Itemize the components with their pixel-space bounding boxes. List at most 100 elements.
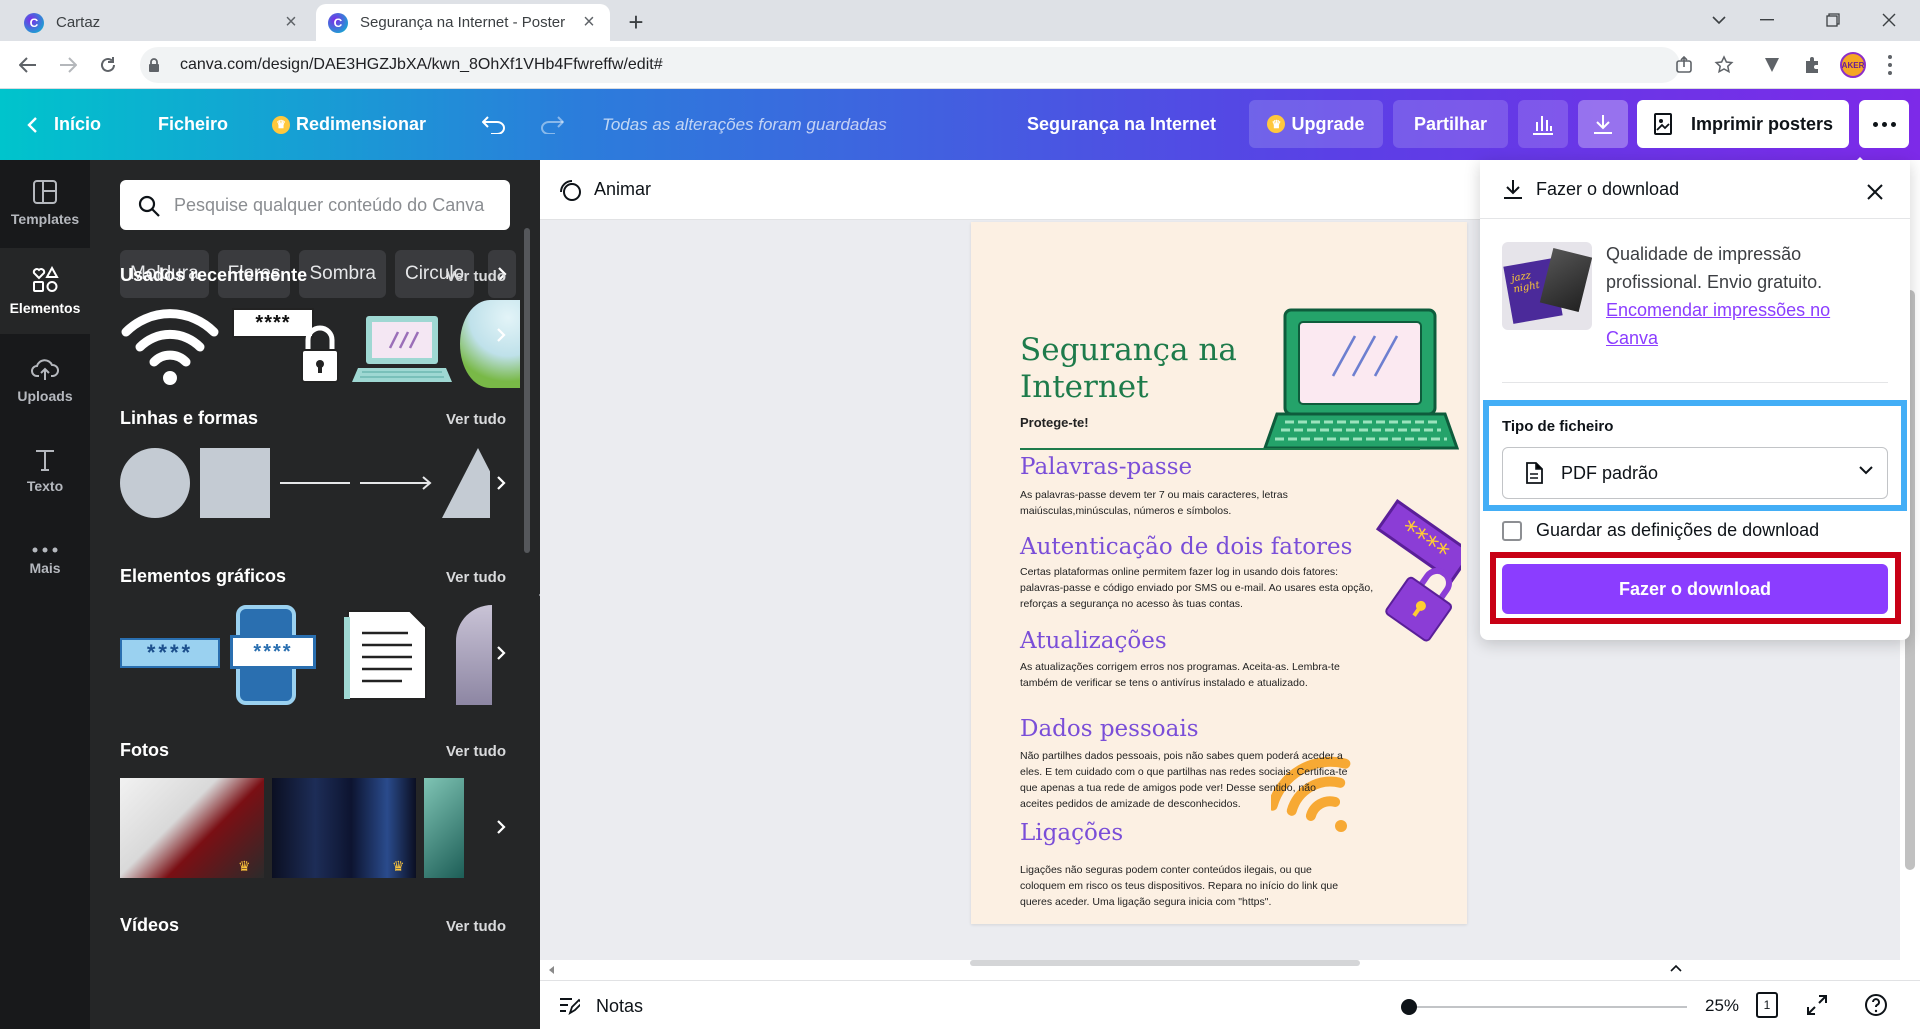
resize-button[interactable]: ♛ Redimensionar [272,89,426,160]
circle-shape[interactable] [120,448,190,518]
notes-button[interactable]: Notas [596,996,643,1017]
search-input[interactable] [174,194,494,216]
panel-scrollbar[interactable] [524,228,530,553]
animate-button[interactable]: Animar [594,179,651,200]
see-all-videos-link[interactable]: Ver tudo [446,918,506,935]
file-type-select[interactable]: PDF padrão [1502,447,1888,499]
rail-item-uploads[interactable]: Uploads [0,338,90,424]
browser-tab-cartaz[interactable]: C Cartaz × [12,4,312,41]
security-shield-graphic[interactable] [456,605,492,705]
see-all-photos-link[interactable]: Ver tudo [446,743,506,760]
file-menu-button[interactable]: Ficheiro [158,89,228,160]
download-button[interactable]: Fazer o download [1502,564,1888,614]
document-graphic[interactable] [344,607,430,703]
zoom-slider-thumb[interactable] [1401,999,1417,1015]
rail-item-more[interactable]: Mais [0,518,90,604]
triangle-shape[interactable] [442,448,490,518]
horizontal-scrollbar[interactable] [540,960,1920,980]
animate-icon[interactable] [558,178,582,202]
rail-label: Templates [10,211,80,227]
file-label: Ficheiro [158,114,229,134]
fullscreen-icon[interactable] [1806,994,1828,1016]
poster-body-links[interactable]: Ligações não seguras podem conter conteú… [1020,862,1360,910]
reload-icon[interactable] [92,49,124,81]
tab-close-icon[interactable]: × [580,11,598,33]
see-all-graphics-link[interactable]: Ver tudo [446,569,506,586]
chip-sombra[interactable]: Sombra [299,250,386,298]
bookmark-star-icon[interactable] [1712,53,1736,77]
poster-heading-personal-data[interactable]: Dados pessoais [1020,716,1199,742]
redo-button[interactable] [540,89,564,160]
browser-menu-icon[interactable] [1878,53,1902,77]
forward-arrow-icon[interactable] [52,49,84,81]
help-icon[interactable] [1864,993,1888,1017]
print-posters-button[interactable]: Imprimir posters [1637,100,1849,148]
rail-item-templates[interactable]: Templates [0,160,90,246]
back-arrow-icon[interactable] [12,49,44,81]
poster-heading-passwords[interactable]: Palavras-passe [1020,454,1192,480]
poster-subtitle[interactable]: Protege-te! [1020,415,1089,430]
line-shape[interactable] [280,482,350,484]
arrow-line-shape[interactable] [360,475,434,491]
photo-network-mesh[interactable] [424,778,464,878]
download-toolbar-button[interactable] [1578,100,1628,148]
see-all-recent-link[interactable]: Ver tudo [446,268,506,285]
laptop-graphic[interactable] [352,314,452,388]
poster-heading-updates[interactable]: Atualizações [1020,628,1167,654]
save-settings-checkbox[interactable] [1502,520,1522,541]
restore-window-icon[interactable] [1810,4,1856,36]
rail-item-text[interactable]: Texto [0,428,90,514]
square-shape[interactable] [200,448,270,518]
poster-page[interactable]: Segurança na Internet Protege-te! **** P… [971,222,1467,924]
wifi-graphic[interactable] [120,300,220,390]
share-button[interactable]: Partilhar [1393,100,1508,148]
save-settings-option[interactable]: Guardar as definições de download [1502,520,1819,541]
document-title[interactable]: Segurança na Internet [1027,89,1216,160]
poster-body-personal-data[interactable]: Não partilhes dados pessoais, pois não s… [1020,748,1348,812]
order-prints-link[interactable]: Encomendar impressões no Canva [1606,300,1830,348]
poster-heading-links[interactable]: Ligações [1020,820,1123,846]
upgrade-button[interactable]: ♛ Upgrade [1249,100,1383,148]
horizontal-scroll-thumb[interactable] [970,960,1360,966]
address-bar[interactable]: canva.com/design/DAE3HGZJbXA/kwn_8OhXf1V… [140,47,1680,83]
rail-label: Mais [29,560,61,576]
profile-avatar[interactable]: AKER [1840,52,1866,78]
extensions-puzzle-icon[interactable] [1800,53,1824,77]
poster-body-2fa[interactable]: Certas plataformas online permitem fazer… [1020,564,1376,612]
rail-item-elements[interactable]: Elementos [0,248,90,334]
zoom-percentage[interactable]: 25% [1705,996,1739,1016]
home-button[interactable]: Início [26,89,101,160]
more-options-button[interactable] [1859,100,1909,148]
browser-tab-poster[interactable]: C Segurança na Internet - Poster × [316,4,610,41]
poster-body-updates[interactable]: As atualizações corrigem erros nos progr… [1020,659,1350,691]
graphics-next-chevron-icon[interactable] [490,638,512,668]
poster-body-passwords[interactable]: As palavras-passe devem ter 7 ou mais ca… [1020,487,1350,519]
insights-button[interactable] [1518,100,1568,148]
recent-next-chevron-icon[interactable] [490,320,512,350]
poster-heading-2fa[interactable]: Autenticação de dois fatores [1020,534,1352,560]
tab-close-icon[interactable]: × [282,11,300,33]
close-icon[interactable] [1863,180,1887,204]
photos-next-chevron-icon[interactable] [490,812,512,842]
lock-icon[interactable] [148,58,160,72]
shapes-next-chevron-icon[interactable] [490,468,512,498]
page-count-button[interactable]: 1 [1756,992,1778,1018]
new-tab-button[interactable]: + [622,7,650,37]
resize-label: Redimensionar [296,114,427,134]
notes-icon[interactable] [558,995,580,1015]
zoom-slider[interactable] [1407,1006,1687,1008]
editor-topbar: Início Ficheiro ♛ Redimensionar Todas as… [0,89,1920,160]
share-page-icon[interactable] [1672,53,1696,77]
see-all-lines-link[interactable]: Ver tudo [446,411,506,428]
minimize-window-icon[interactable] [1744,4,1790,36]
tab-search-chevron-icon[interactable] [1696,4,1742,36]
expand-pages-chevron-icon[interactable] [1670,964,1682,972]
password-field-graphic[interactable]: **** [120,638,220,668]
close-window-icon[interactable] [1866,4,1912,36]
undo-button[interactable] [482,89,506,160]
scroll-left-arrow-icon[interactable] [548,966,556,974]
poster-title[interactable]: Segurança na Internet [1020,332,1240,406]
search-field[interactable] [120,180,510,230]
rail-label: Uploads [17,388,73,404]
extension-shield-icon[interactable] [1760,53,1784,77]
